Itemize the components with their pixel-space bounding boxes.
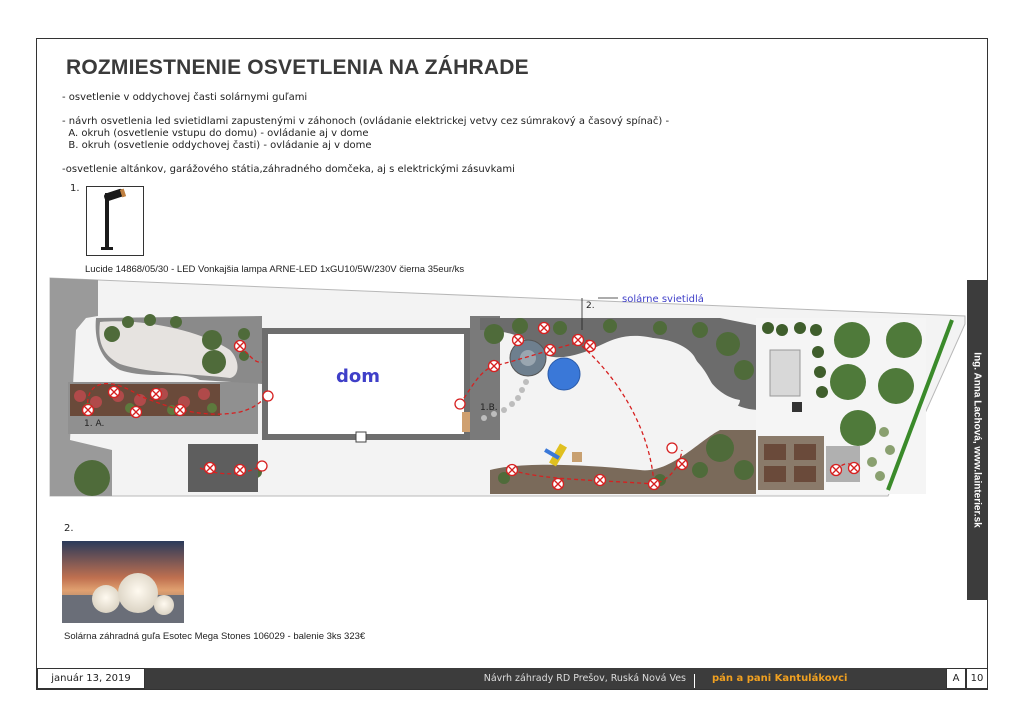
crossed-circle-icon — [505, 463, 519, 477]
crossed-circle-icon — [81, 403, 95, 417]
product-2-image — [62, 541, 184, 623]
product-2-caption: Solárna záhradná guľa Esotec Mega Stones… — [64, 631, 366, 642]
footer-client: pán a pani Kantulákovci — [712, 673, 848, 684]
solar-label: solárne svietidlá — [622, 293, 704, 305]
solar-number: 2. — [586, 301, 595, 311]
crossed-circle-icon — [847, 461, 861, 475]
crossed-circle-icon — [233, 339, 247, 353]
solar-globe-photo — [62, 541, 184, 623]
crossed-circle-icon — [149, 387, 163, 401]
crossed-circle-icon — [203, 461, 217, 475]
circuit-b-label: 1.B. — [480, 403, 498, 413]
crossed-circle-icon — [107, 385, 121, 399]
crossed-circle-icon — [537, 321, 551, 335]
product-2-number: 2. — [64, 523, 74, 534]
junction-box-icon — [666, 442, 678, 454]
author-label: Ing. Anna Lachová, www.lainterier.sk — [971, 352, 983, 528]
crossed-circle-icon — [543, 343, 557, 357]
crossed-circle-icon — [233, 463, 247, 477]
crossed-circle-icon — [593, 473, 607, 487]
footer-project: Návrh záhrady RD Prešov, Ruská Nová Ves — [483, 673, 686, 684]
crossed-circle-icon — [583, 339, 597, 353]
footer-date: január 13, 2019 — [37, 668, 145, 689]
crossed-circle-icon — [647, 477, 661, 491]
crossed-circle-icon — [173, 403, 187, 417]
footer-page-number: 10 — [966, 668, 988, 689]
pool — [547, 357, 581, 391]
crossed-circle-icon — [487, 359, 501, 373]
junction-box-icon — [256, 460, 268, 472]
house-label: dom — [336, 366, 380, 387]
crossed-circle-icon — [571, 333, 585, 347]
crossed-circle-icon — [829, 463, 843, 477]
crossed-circle-icon — [129, 405, 143, 419]
garage-parking — [188, 444, 258, 492]
circuit-a-label: 1. A. — [84, 419, 104, 429]
crossed-circle-icon — [551, 477, 565, 491]
junction-box-icon — [454, 398, 466, 410]
crossed-circle-icon — [675, 457, 689, 471]
crossed-circle-icon — [511, 333, 525, 347]
house-door — [355, 431, 367, 443]
greenhouse — [769, 349, 801, 397]
footer-sheet-size: A — [946, 668, 966, 689]
junction-box-icon — [262, 390, 274, 402]
footer-separator — [694, 674, 695, 688]
